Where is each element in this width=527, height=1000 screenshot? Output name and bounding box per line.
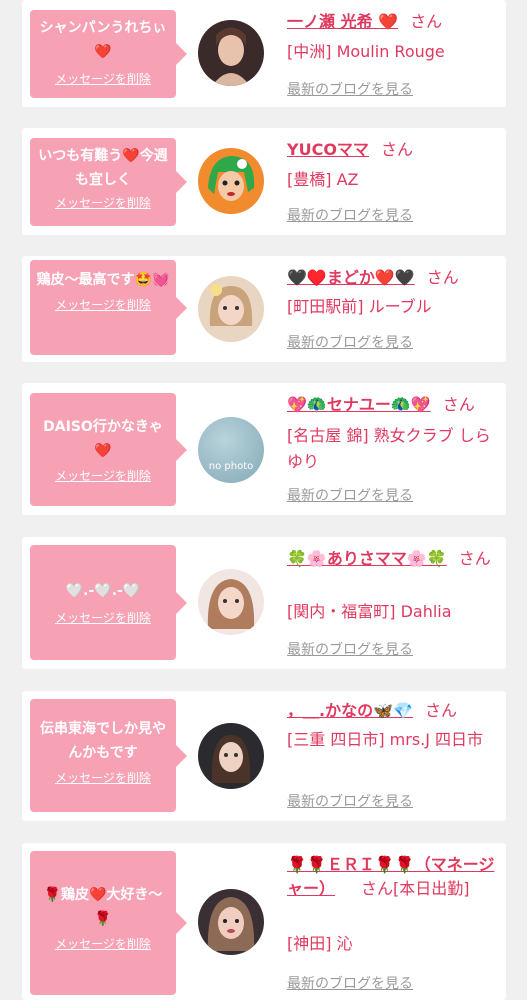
- message-bubble: DAISO行かなきゃ❤️ メッセージを削除: [30, 393, 187, 506]
- message-card: DAISO行かなきゃ❤️ メッセージを削除 no photo 💖🦚セナユー🦚💖 さ…: [22, 383, 506, 515]
- photo-woman-avatar[interactable]: [198, 889, 264, 955]
- message-bubble: 鶏皮〜最高です🤩💓 メッセージを削除: [30, 260, 187, 355]
- sender-name-row: 💖🦚セナユー🦚💖 さん: [287, 393, 498, 417]
- photo-woman-avatar[interactable]: [198, 723, 264, 789]
- sender-name-link[interactable]: YUCOママ: [287, 140, 369, 159]
- shop-info: [神田] 沁: [287, 934, 353, 953]
- latest-blog-link[interactable]: 最新のブログを見る: [287, 791, 413, 811]
- green-hair-illustration-avatar[interactable]: [198, 148, 264, 214]
- message-text: DAISO行かなきゃ❤️: [43, 419, 163, 459]
- sender-name-link[interactable]: ，＿.かなの🦋💎: [287, 701, 413, 720]
- photo-woman-avatar[interactable]: [198, 276, 264, 342]
- sender-name-link[interactable]: 一ノ瀬 光希 ❤️: [287, 12, 398, 31]
- message-bubble: 伝串東海でしか見やんかもです メッセージを削除: [30, 699, 187, 812]
- latest-blog-link[interactable]: 最新のブログを見る: [287, 332, 413, 352]
- honorific: さん: [380, 140, 413, 159]
- message-bubble: シャンパンうれちぃ❤️ メッセージを削除: [30, 10, 187, 98]
- shop-info: [中洲] Moulin Rouge: [287, 42, 445, 61]
- shop-info: [三重 四日市] mrs.J 四日市: [287, 730, 484, 749]
- delete-message-link[interactable]: メッセージを削除: [36, 296, 170, 314]
- sender-name-row: 🖤♥️まどか❤️🖤 さん: [287, 266, 498, 290]
- latest-blog-link[interactable]: 最新のブログを見る: [287, 79, 413, 99]
- message-text: 鶏皮〜最高です🤩💓: [36, 272, 170, 288]
- delete-message-link[interactable]: メッセージを削除: [36, 935, 170, 953]
- message-text: 🤍.-🤍.-🤍: [65, 583, 141, 599]
- sender-name-row: 🌹🌹ＥＲＩ🌹🌹（マネージャー） さん[本日出勤]: [287, 853, 498, 901]
- shop-info: [豊橋] AZ: [287, 170, 359, 189]
- message-card: 🤍.-🤍.-🤍 メッセージを削除 🍀🌸ありさママ🌸🍀 さん [関内・福富町] Da…: [22, 537, 506, 669]
- message-text: 伝串東海でしか見やんかもです: [40, 721, 166, 761]
- message-card: シャンパンうれちぃ❤️ メッセージを削除 一ノ瀬 光希 ❤️ さん [中洲] Mo…: [22, 0, 506, 107]
- delete-message-link[interactable]: メッセージを削除: [36, 194, 170, 212]
- message-text: シャンパンうれちぃ❤️: [39, 20, 167, 60]
- no-photo-avatar[interactable]: no photo: [198, 417, 264, 483]
- photo-woman-avatar[interactable]: [198, 569, 264, 635]
- message-bubble: いつも有難う❤️今週も宜しく メッセージを削除: [30, 138, 187, 226]
- honorific: さん: [426, 268, 459, 287]
- honorific: さん[本日出勤]: [361, 879, 470, 898]
- delete-message-link[interactable]: メッセージを削除: [36, 467, 170, 485]
- message-card: 🌹鶏皮❤️大好き〜🌹 メッセージを削除 🌹🌹ＥＲＩ🌹🌹（マネージャー） さん[本日…: [22, 843, 506, 1000]
- latest-blog-link[interactable]: 最新のブログを見る: [287, 485, 413, 505]
- honorific: さん: [458, 549, 491, 568]
- message-card: 伝串東海でしか見やんかもです メッセージを削除 ，＿.かなの🦋💎 さん [三重 四…: [22, 691, 506, 821]
- message-text: 🌹鶏皮❤️大好き〜🌹: [43, 887, 163, 927]
- shop-info: [関内・福富町] Dahlia: [287, 602, 452, 621]
- message-card: 鶏皮〜最高です🤩💓 メッセージを削除 🖤♥️まどか❤️🖤 さん [町田駅前] ルー…: [22, 256, 506, 362]
- sender-name-row: 🍀🌸ありさママ🌸🍀 さん: [287, 547, 498, 571]
- delete-message-link[interactable]: メッセージを削除: [36, 70, 170, 88]
- message-text: いつも有難う❤️今週も宜しく: [38, 148, 168, 188]
- message-bubble: 🌹鶏皮❤️大好き〜🌹 メッセージを削除: [30, 851, 187, 995]
- message-card: いつも有難う❤️今週も宜しく メッセージを削除 YUCOママ さん [豊橋] AZ…: [22, 128, 506, 235]
- sender-name-link[interactable]: 🍀🌸ありさママ🌸🍀: [287, 549, 447, 568]
- svg-text:no photo: no photo: [209, 461, 253, 472]
- sender-name-link[interactable]: 💖🦚セナユー🦚💖: [287, 395, 431, 414]
- latest-blog-link[interactable]: 最新のブログを見る: [287, 205, 413, 225]
- honorific: さん: [410, 12, 443, 31]
- latest-blog-link[interactable]: 最新のブログを見る: [287, 639, 413, 659]
- photo-woman-avatar[interactable]: [198, 20, 264, 86]
- shop-info: [町田駅前] ルーブル: [287, 297, 432, 316]
- sender-name-row: ，＿.かなの🦋💎 さん: [287, 699, 498, 723]
- delete-message-link[interactable]: メッセージを削除: [36, 769, 170, 787]
- delete-message-link[interactable]: メッセージを削除: [36, 609, 170, 627]
- sender-name-link[interactable]: 🖤♥️まどか❤️🖤: [287, 268, 415, 287]
- shop-info: [名古屋 錦] 熟女クラブ しらゆり: [287, 426, 491, 471]
- sender-name-row: YUCOママ さん: [287, 138, 498, 162]
- sender-name-row: 一ノ瀬 光希 ❤️ さん: [287, 10, 498, 34]
- honorific: さん: [424, 701, 457, 720]
- latest-blog-link[interactable]: 最新のブログを見る: [287, 973, 413, 993]
- message-bubble: 🤍.-🤍.-🤍 メッセージを削除: [30, 545, 187, 660]
- honorific: さん: [442, 395, 475, 414]
